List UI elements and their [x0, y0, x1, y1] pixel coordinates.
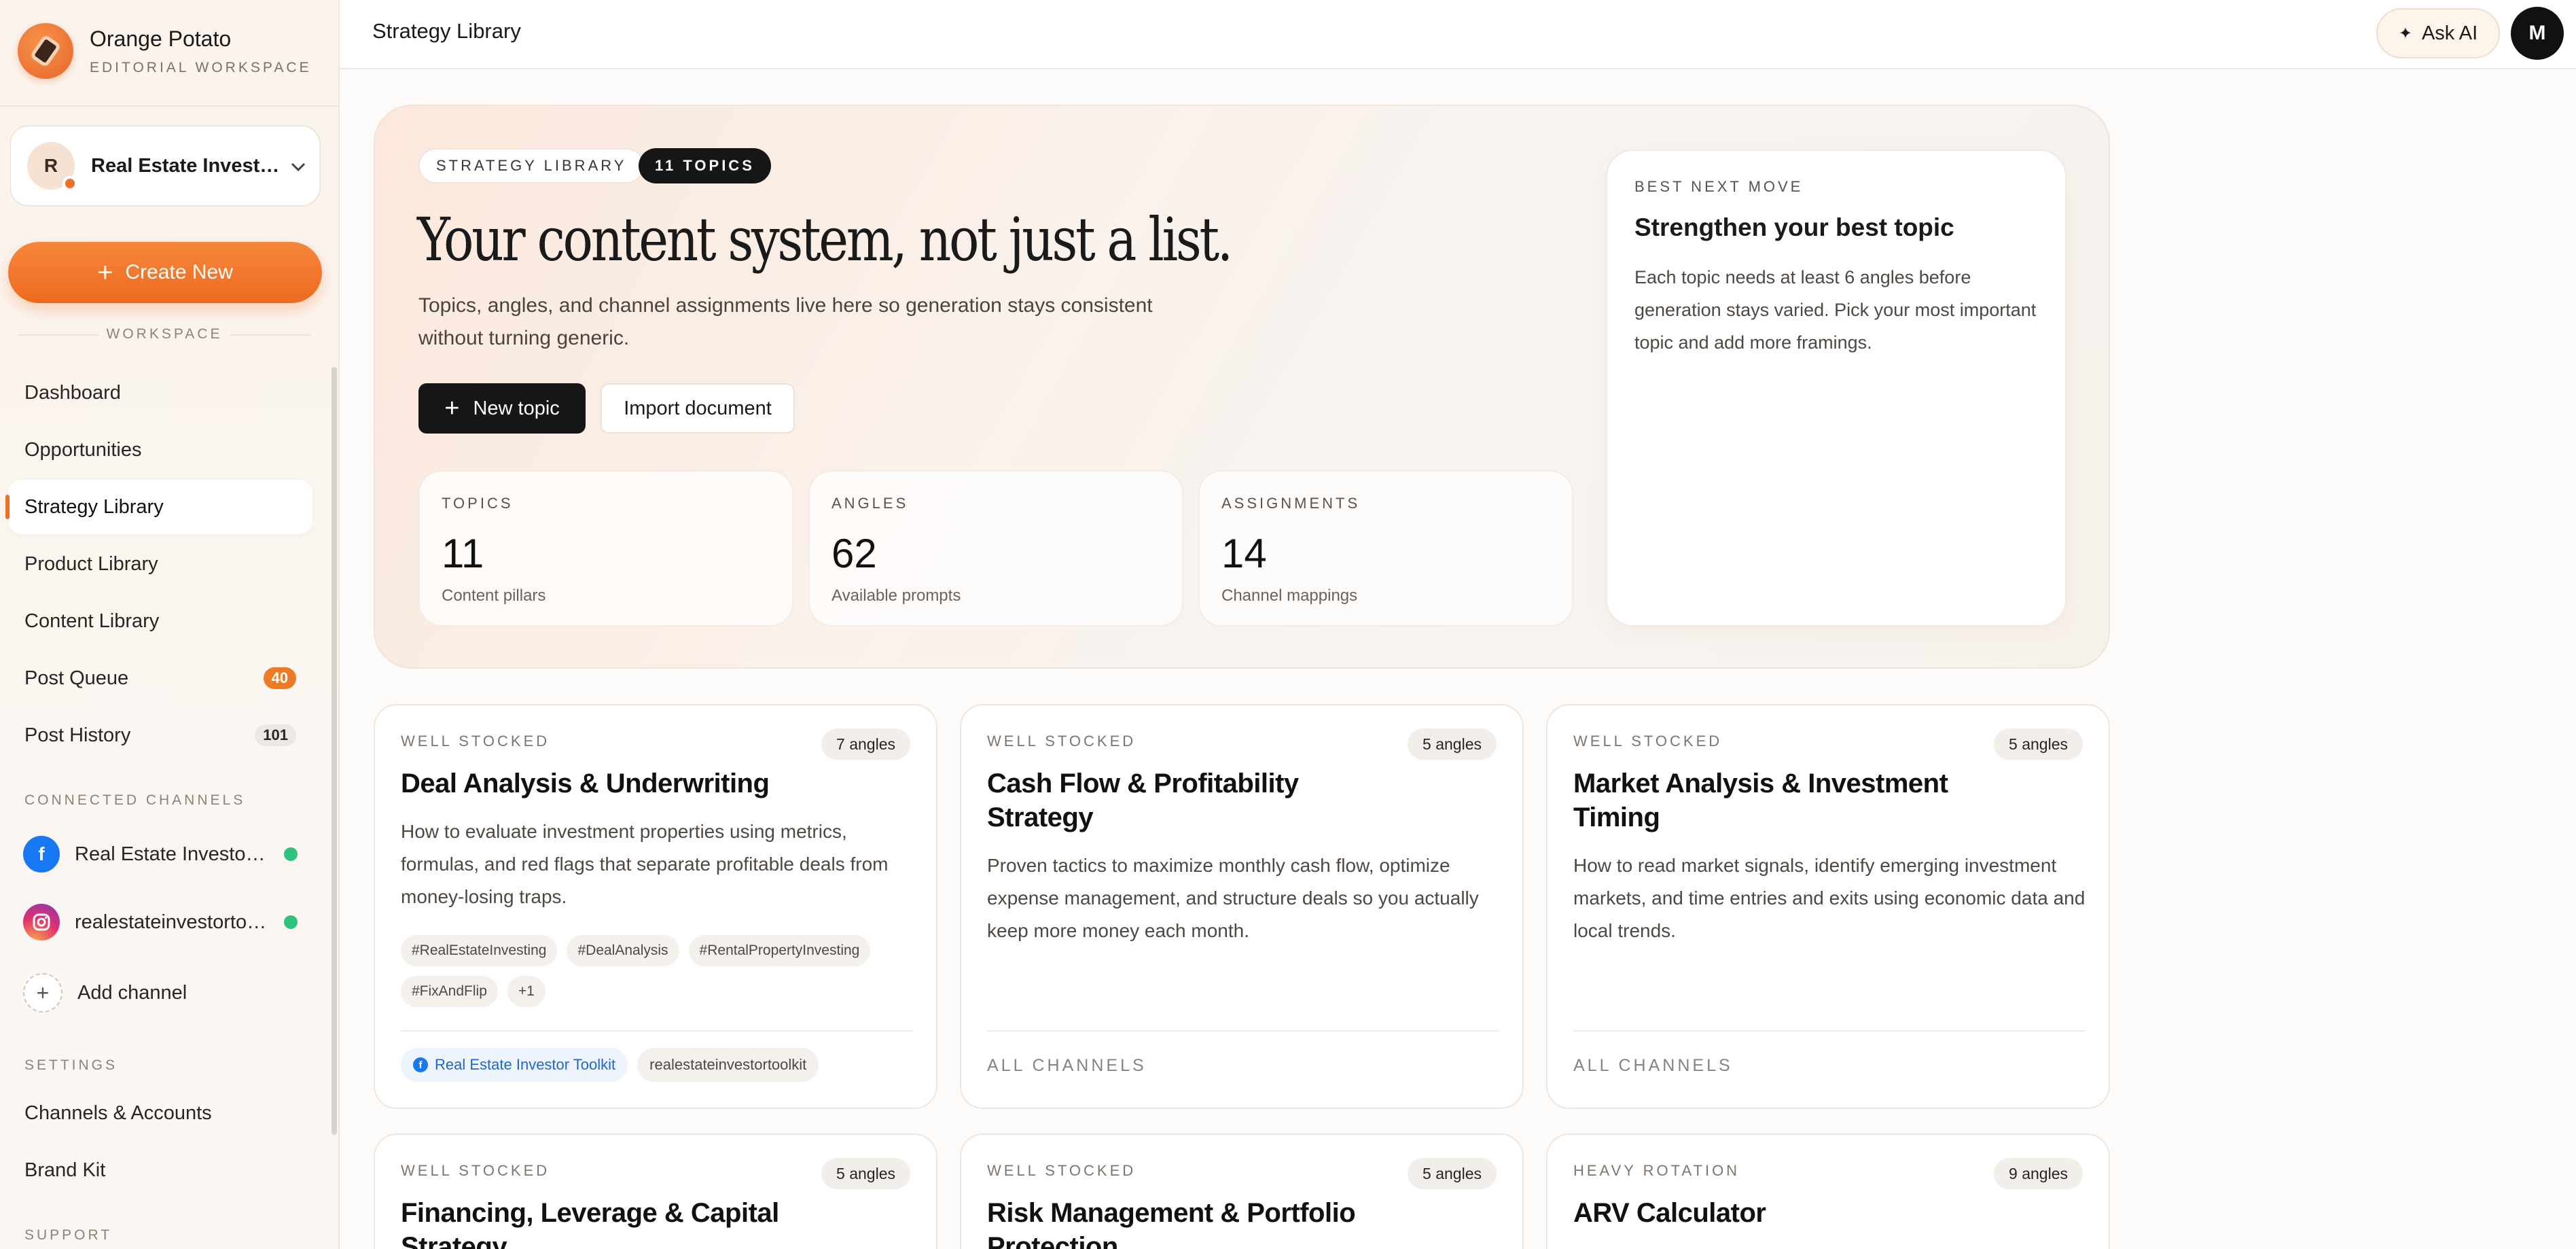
topic-title: ARV Calculator	[1573, 1198, 1766, 1228]
hashtag: #RealEstateInvesting	[401, 935, 558, 966]
stat-topics: TOPICS 11 Content pillars	[418, 470, 793, 627]
connected-channels-label: CONNECTED CHANNELS	[24, 792, 246, 808]
connected-status-dot	[284, 847, 298, 861]
card-divider	[401, 1030, 913, 1032]
topic-card-risk-management[interactable]: WELL STOCKED 5 angles Risk Management & …	[960, 1133, 1524, 1249]
angles-count-badge: 9 angles	[1994, 1158, 2083, 1189]
topic-description: Proven tactics to maximize monthly cash …	[987, 855, 1479, 941]
topic-status: WELL STOCKED	[401, 1162, 550, 1179]
facebook-icon: f	[413, 1057, 428, 1072]
sidebar-divider	[0, 105, 338, 107]
plus-icon: +	[444, 394, 460, 423]
angles-count-badge: 5 angles	[1994, 728, 2083, 760]
best-next-move-card[interactable]: BEST NEXT MOVE Strengthen your best topi…	[1606, 149, 2067, 627]
connected-status-dot	[284, 915, 298, 929]
brand-logo-icon	[18, 23, 73, 79]
hero-description: Topics, angles, and channel assignments …	[418, 294, 1153, 349]
topic-card-financing[interactable]: WELL STOCKED 5 angles Financing, Leverag…	[374, 1133, 937, 1249]
angles-count-badge: 5 angles	[1408, 728, 1497, 760]
topic-title: Market Analysis & Investment Timing	[1573, 769, 1948, 832]
angles-count-badge: 5 angles	[1408, 1158, 1497, 1189]
strategy-library-pill: STRATEGY LIBRARY	[418, 148, 645, 183]
topic-status: WELL STOCKED	[987, 733, 1137, 750]
topic-title: Cash Flow & Profitability Strategy	[987, 769, 1299, 832]
topic-title: Risk Management & Portfolio Protection	[987, 1198, 1356, 1249]
more-tags-count[interactable]: +1	[507, 976, 545, 1007]
nav-opportunities[interactable]: Opportunities	[8, 423, 312, 477]
sidebar-scrollbar[interactable]	[332, 367, 337, 1135]
workspace-status-dot	[62, 176, 77, 191]
topic-card-market-analysis[interactable]: WELL STOCKED 5 angles Market Analysis & …	[1546, 704, 2110, 1109]
all-channels-label: ALL CHANNELS	[987, 1056, 1147, 1075]
create-new-button[interactable]: + Create New	[8, 242, 322, 303]
support-section-label: SUPPORT	[24, 1227, 113, 1243]
new-topic-button[interactable]: + New topic	[418, 383, 586, 434]
hashtag: #RentalPropertyInvesting	[688, 935, 871, 966]
nav-dashboard[interactable]: Dashboard	[8, 366, 312, 420]
stat-assignments: ASSIGNMENTS 14 Channel mappings	[1198, 470, 1573, 627]
card-divider	[987, 1030, 1499, 1032]
hero-title: Your content system, not just a list.	[417, 205, 1233, 275]
topic-card-deal-analysis[interactable]: WELL STOCKED 7 angles Deal Analysis & Un…	[374, 704, 937, 1109]
topic-status: WELL STOCKED	[401, 733, 550, 750]
topic-status: WELL STOCKED	[1573, 733, 1723, 750]
hero-panel: STRATEGY LIBRARY 11 TOPICS Your content …	[374, 105, 2110, 669]
nav-channels-accounts[interactable]: Channels & Accounts	[8, 1086, 312, 1140]
workspace-name: Real Estate Investor Toolkit	[91, 154, 281, 177]
plus-icon: +	[23, 973, 62, 1013]
brand-subtitle: EDITORIAL WORKSPACE	[90, 59, 312, 75]
angles-count-badge: 7 angles	[821, 728, 910, 760]
facebook-icon: f	[23, 836, 60, 873]
topic-card-arv-calculator[interactable]: HEAVY ROTATION 9 angles ARV Calculator	[1546, 1133, 2110, 1249]
topic-title: Deal Analysis & Underwriting	[401, 769, 770, 798]
sparkle-icon: ✦	[2398, 24, 2412, 43]
hashtag: #DealAnalysis	[567, 935, 679, 966]
post-history-count-badge: 101	[255, 724, 296, 746]
nav-post-queue[interactable]: Post Queue 40	[8, 651, 312, 705]
card-divider	[1573, 1030, 2086, 1032]
topic-description: How to evaluate investment properties us…	[401, 821, 889, 907]
workspace-section-label: WORKSPACE	[0, 326, 329, 342]
nav-strategy-library[interactable]: Strategy Library	[5, 480, 312, 534]
instagram-icon	[23, 904, 60, 940]
channel-facebook[interactable]: f Real Estate Investor Toolkit	[8, 824, 312, 885]
hashtag: #FixAndFlip	[401, 976, 498, 1007]
stat-angles: ANGLES 62 Available prompts	[808, 470, 1183, 627]
topbar: Strategy Library ✦ Ask AI M	[340, 0, 2576, 69]
best-next-move-label: BEST NEXT MOVE	[1634, 178, 1804, 195]
best-next-move-description: Each topic needs at least 6 angles befor…	[1634, 267, 2037, 353]
workspace-avatar: R	[27, 142, 77, 191]
sidebar: Orange Potato EDITORIAL WORKSPACE R Real…	[0, 0, 340, 1249]
brand-name: Orange Potato	[90, 26, 232, 51]
topic-card-cash-flow[interactable]: WELL STOCKED 5 angles Cash Flow & Profit…	[960, 704, 1524, 1109]
channel-instagram[interactable]: realestateinvestortoolkit	[8, 892, 312, 953]
topic-title: Financing, Leverage & Capital Strategy	[401, 1198, 779, 1249]
all-channels-label: ALL CHANNELS	[1573, 1056, 1733, 1075]
channel-pill-facebook: f Real Estate Investor Toolkit	[401, 1048, 628, 1082]
plus-icon: +	[97, 258, 113, 287]
post-queue-count-badge: 40	[263, 667, 296, 689]
add-channel-button[interactable]: + Add channel	[8, 962, 312, 1023]
nav-content-library[interactable]: Content Library	[8, 594, 312, 648]
nav-product-library[interactable]: Product Library	[8, 537, 312, 591]
settings-section-label: SETTINGS	[24, 1057, 118, 1073]
topic-description: How to read market signals, identify eme…	[1573, 855, 2086, 941]
channel-pill-instagram: realestateinvestortoolkit	[637, 1048, 819, 1082]
nav-brand-kit[interactable]: Brand Kit	[8, 1143, 312, 1197]
user-avatar[interactable]: M	[2511, 7, 2564, 60]
page-title: Strategy Library	[372, 19, 521, 43]
workspace-switcher[interactable]: R Real Estate Investor Toolkit	[10, 125, 321, 207]
brand[interactable]: Orange Potato EDITORIAL WORKSPACE	[18, 23, 312, 79]
ask-ai-button[interactable]: ✦ Ask AI	[2376, 8, 2500, 58]
import-document-button[interactable]: Import document	[601, 383, 795, 434]
chevron-down-icon	[291, 156, 306, 177]
best-next-move-title: Strengthen your best topic	[1634, 213, 1954, 241]
topic-tags: #RealEstateInvesting #DealAnalysis #Rent…	[401, 935, 913, 1007]
topic-status: HEAVY ROTATION	[1573, 1162, 1740, 1179]
topic-channels: f Real Estate Investor Toolkit realestat…	[401, 1048, 819, 1082]
topic-status: WELL STOCKED	[987, 1162, 1137, 1179]
topics-count-pill: 11 TOPICS	[639, 148, 771, 183]
angles-count-badge: 5 angles	[821, 1158, 910, 1189]
nav-post-history[interactable]: Post History 101	[8, 708, 312, 762]
